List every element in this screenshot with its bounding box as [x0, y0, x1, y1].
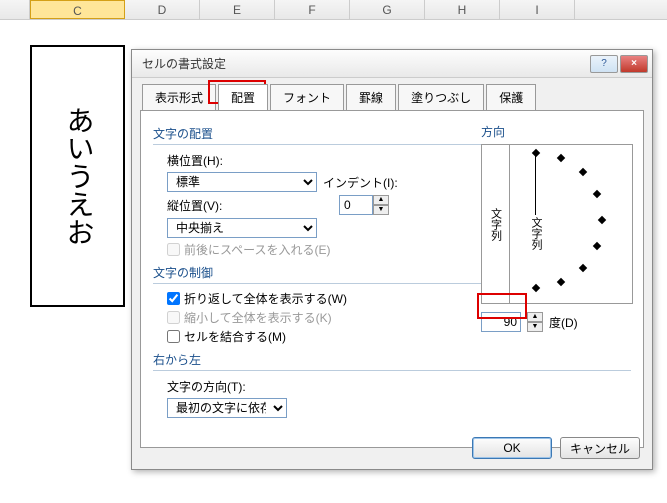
alignment-panel: 文字の配置 横位置(H): 標準 インデント(I): 縦位置(V): ▲▼ 中央…: [140, 110, 644, 448]
orientation-box: 文字列 文字列: [481, 144, 633, 304]
dial-label: 文字列: [528, 217, 544, 250]
spin-up-icon[interactable]: ▲: [373, 195, 389, 205]
degree-label: 度(D): [549, 314, 578, 331]
selected-cell[interactable]: あいうえお: [30, 45, 125, 307]
tab-border[interactable]: 罫線: [346, 84, 396, 110]
col-header[interactable]: E: [200, 0, 275, 19]
column-headers: C D E F G H I: [0, 0, 667, 20]
tab-font[interactable]: フォント: [270, 84, 344, 110]
tab-strip: 表示形式 配置 フォント 罫線 塗りつぶし 保護: [132, 78, 652, 110]
orientation-dial[interactable]: 文字列: [510, 145, 632, 303]
orientation-group: 方向 文字列 文字列 ▲▼: [481, 119, 633, 332]
deg-down-icon[interactable]: ▼: [527, 322, 543, 332]
wrap-text-checkbox[interactable]: [167, 292, 180, 305]
col-header[interactable]: I: [500, 0, 575, 19]
vertical-text-button[interactable]: 文字列: [482, 145, 510, 303]
col-header[interactable]: H: [425, 0, 500, 19]
horizontal-label: 横位置(H):: [167, 152, 237, 169]
deg-up-icon[interactable]: ▲: [527, 312, 543, 322]
tab-number[interactable]: 表示形式: [142, 84, 216, 110]
text-direction-select[interactable]: 最初の文字に依存: [167, 398, 287, 418]
col-header-c[interactable]: C: [30, 0, 125, 19]
vertical-label: 縦位置(V):: [167, 197, 237, 214]
help-button[interactable]: ?: [590, 55, 618, 73]
tab-alignment[interactable]: 配置: [218, 84, 268, 110]
ok-button[interactable]: OK: [472, 437, 552, 459]
row-header-corner: [0, 0, 30, 19]
col-header[interactable]: G: [350, 0, 425, 19]
dialog-title: セルの書式設定: [136, 55, 588, 72]
close-button[interactable]: ×: [620, 55, 648, 73]
wrap-text-label: 折り返して全体を表示する(W): [184, 290, 347, 307]
tab-fill[interactable]: 塗りつぶし: [398, 84, 484, 110]
indent-spinner[interactable]: ▲▼: [339, 195, 389, 215]
cancel-button[interactable]: キャンセル: [560, 437, 640, 459]
text-direction-label: 文字の方向(T):: [167, 378, 257, 395]
indent-label: インデント(I):: [323, 174, 398, 191]
horizontal-select[interactable]: 標準: [167, 172, 317, 192]
justify-distributed-checkbox: [167, 243, 180, 256]
rtl-label: 右から左: [153, 351, 631, 368]
degree-input[interactable]: [481, 312, 521, 332]
vertical-select[interactable]: 中央揃え: [167, 218, 317, 238]
format-cells-dialog: セルの書式設定 ? × 表示形式 配置 フォント 罫線 塗りつぶし 保護 文字の…: [131, 49, 653, 470]
shrink-fit-checkbox: [167, 311, 180, 324]
orientation-label: 方向: [481, 123, 633, 140]
spin-down-icon[interactable]: ▼: [373, 205, 389, 215]
merge-cells-checkbox[interactable]: [167, 330, 180, 343]
indent-input[interactable]: [339, 195, 373, 215]
col-header[interactable]: D: [125, 0, 200, 19]
tab-protection[interactable]: 保護: [486, 84, 536, 110]
merge-cells-label: セルを結合する(M): [184, 328, 286, 345]
col-header[interactable]: F: [275, 0, 350, 19]
dial-needle: [535, 153, 536, 215]
shrink-fit-label: 縮小して全体を表示する(K): [184, 309, 332, 326]
dialog-titlebar[interactable]: セルの書式設定 ? ×: [132, 50, 652, 78]
justify-distributed-label: 前後にスペースを入れる(E): [184, 241, 331, 258]
